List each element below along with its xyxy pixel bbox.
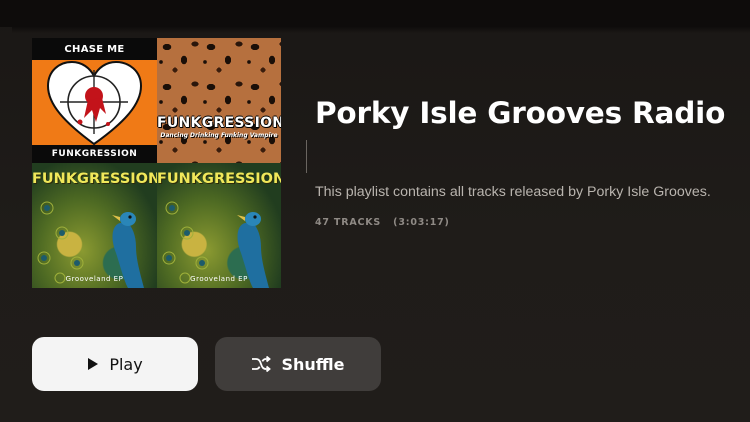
play-button-label: Play bbox=[109, 354, 143, 374]
shuffle-icon bbox=[251, 356, 272, 372]
shuffle-button-label: Shuffle bbox=[281, 354, 345, 374]
artwork-tile-grooveland-1: FUNKGRESSION Grooveland EP bbox=[32, 163, 157, 288]
artwork-footer: Grooveland EP bbox=[65, 275, 124, 283]
playlist-page: CHASE ME FUNKGRESSION FUNKGRESSION Danci… bbox=[0, 0, 750, 422]
artwork-footer: FUNKGRESSION bbox=[51, 149, 138, 159]
artwork-tile-chase-me: CHASE ME FUNKGRESSION bbox=[32, 38, 157, 163]
artwork-title: FUNKGRESSION bbox=[157, 171, 281, 187]
playlist-duration: (3:03:17) bbox=[393, 217, 450, 228]
artwork-title: FUNKGRESSION bbox=[157, 115, 281, 131]
top-bar bbox=[0, 0, 750, 33]
playlist-description: This playlist contains all tracks releas… bbox=[315, 184, 711, 200]
artwork-title: FUNKGRESSION bbox=[32, 171, 157, 187]
shuffle-button[interactable]: Shuffle bbox=[215, 337, 381, 391]
artwork-subtitle: Dancing Drinking Funking Vampire bbox=[160, 132, 278, 139]
focus-divider bbox=[306, 140, 307, 173]
playlist-artwork-collage: CHASE ME FUNKGRESSION FUNKGRESSION Danci… bbox=[32, 38, 281, 288]
playlist-title: Porky Isle Grooves Radio bbox=[315, 96, 726, 130]
track-count: 47 TRACKS bbox=[315, 217, 382, 228]
play-button[interactable]: Play bbox=[32, 337, 198, 391]
playlist-meta: 47 TRACKS (3:03:17) bbox=[315, 217, 450, 228]
play-icon bbox=[87, 357, 99, 371]
heart-target-icon bbox=[46, 60, 143, 146]
artwork-footer: Grooveland EP bbox=[190, 275, 248, 283]
artwork-tile-grooveland-2: FUNKGRESSION Grooveland EP bbox=[157, 163, 281, 288]
artwork-tile-vampire: FUNKGRESSION Dancing Drinking Funking Va… bbox=[157, 38, 281, 163]
artwork-title: CHASE ME bbox=[64, 43, 125, 55]
